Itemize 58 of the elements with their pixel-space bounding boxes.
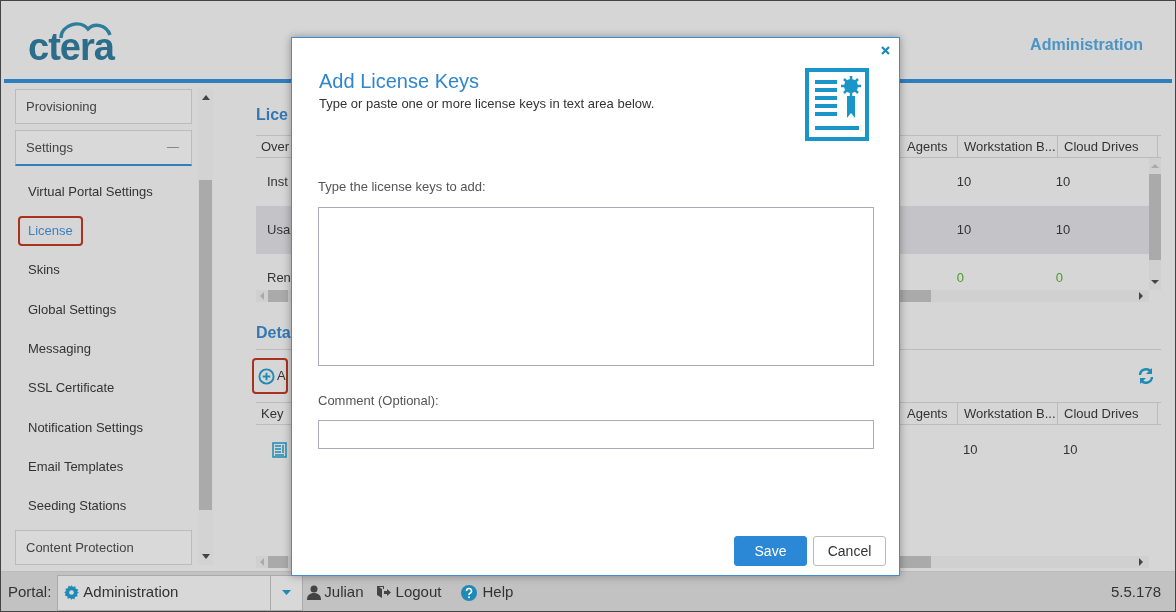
gear-icon bbox=[64, 585, 80, 600]
field-label: Comment (Optional): bbox=[318, 391, 440, 410]
table-cell: Usa bbox=[267, 222, 291, 238]
table-cell: 10 bbox=[956, 174, 972, 190]
sidebar-item[interactable]: Global Settings bbox=[18, 294, 127, 325]
column-header[interactable]: Agents bbox=[901, 136, 957, 157]
cancel-button[interactable]: Cancel bbox=[813, 536, 886, 566]
table-cell: 10 bbox=[956, 222, 972, 238]
license-keys-field[interactable] bbox=[318, 206, 874, 366]
help-link[interactable]: Help bbox=[461, 581, 514, 604]
table-cell: 10 bbox=[1063, 442, 1078, 458]
section-title: Administration bbox=[1030, 35, 1143, 55]
table-cell: 10 bbox=[1055, 174, 1071, 190]
sidebar-group[interactable]: Provisioning bbox=[15, 89, 192, 125]
table-cell: 0 bbox=[1055, 270, 1064, 286]
column-header[interactable]: Workstation B... bbox=[957, 136, 1057, 157]
column-header[interactable]: Cloud Drives bbox=[1057, 136, 1157, 157]
table-cell: Ren bbox=[267, 270, 291, 286]
sidebar-item[interactable]: SSL Certificate bbox=[18, 373, 125, 403]
add-button[interactable]: A bbox=[252, 358, 288, 394]
sidebar-group[interactable]: Content Protection bbox=[15, 529, 192, 566]
logout-link[interactable]: Logout bbox=[375, 581, 442, 604]
column-header[interactable]: Agents bbox=[901, 403, 957, 424]
logo: ctera bbox=[28, 19, 128, 69]
sidebar-group[interactable]: Settings bbox=[15, 130, 192, 166]
dialog-subtitle: Type or paste one or more license keys in text area below. bbox=[319, 95, 655, 113]
scrollbar[interactable] bbox=[1149, 158, 1161, 290]
table-cell: Inst bbox=[267, 174, 288, 190]
sidebar-item[interactable]: Virtual Portal Settings bbox=[18, 176, 163, 207]
column-header[interactable]: Cloud Drives bbox=[1057, 403, 1157, 424]
table-cell: 0 bbox=[956, 270, 964, 286]
portal-label: Portal: bbox=[8, 582, 52, 603]
help-icon bbox=[461, 584, 478, 601]
section-heading: Deta bbox=[256, 323, 291, 343]
logout-icon bbox=[375, 585, 391, 600]
version-label: 5.5.178 bbox=[1110, 582, 1161, 603]
section-heading: Lice bbox=[256, 105, 288, 125]
refresh-icon[interactable] bbox=[1137, 367, 1155, 385]
table-cell: 10 bbox=[963, 442, 978, 458]
field-label: Type the license keys to add: bbox=[318, 178, 487, 196]
user-link[interactable]: Julian bbox=[307, 581, 364, 604]
column-header[interactable]: Workstation B... bbox=[957, 403, 1057, 424]
close-icon[interactable] bbox=[881, 46, 890, 55]
certificate-icon[interactable] bbox=[272, 442, 287, 458]
dialog-title: Add License Keys bbox=[319, 69, 481, 93]
sidebar-item[interactable]: Notification Settings bbox=[18, 412, 153, 443]
save-button[interactable]: Save bbox=[734, 536, 807, 566]
sidebar-item[interactable]: Messaging bbox=[18, 334, 101, 364]
table-cell: 10 bbox=[1055, 222, 1071, 238]
sidebar-item[interactable]: Seeding Stations bbox=[18, 491, 137, 521]
add-icon bbox=[258, 367, 275, 385]
certificate-icon bbox=[805, 68, 869, 141]
comment-field[interactable] bbox=[318, 420, 874, 449]
sidebar-item[interactable]: Skins bbox=[18, 255, 70, 285]
user-icon bbox=[307, 585, 322, 600]
sidebar-item[interactable]: Email Templates bbox=[18, 451, 134, 482]
portal-dropdown[interactable]: Administration bbox=[57, 574, 304, 611]
caret-icon[interactable] bbox=[282, 590, 292, 595]
